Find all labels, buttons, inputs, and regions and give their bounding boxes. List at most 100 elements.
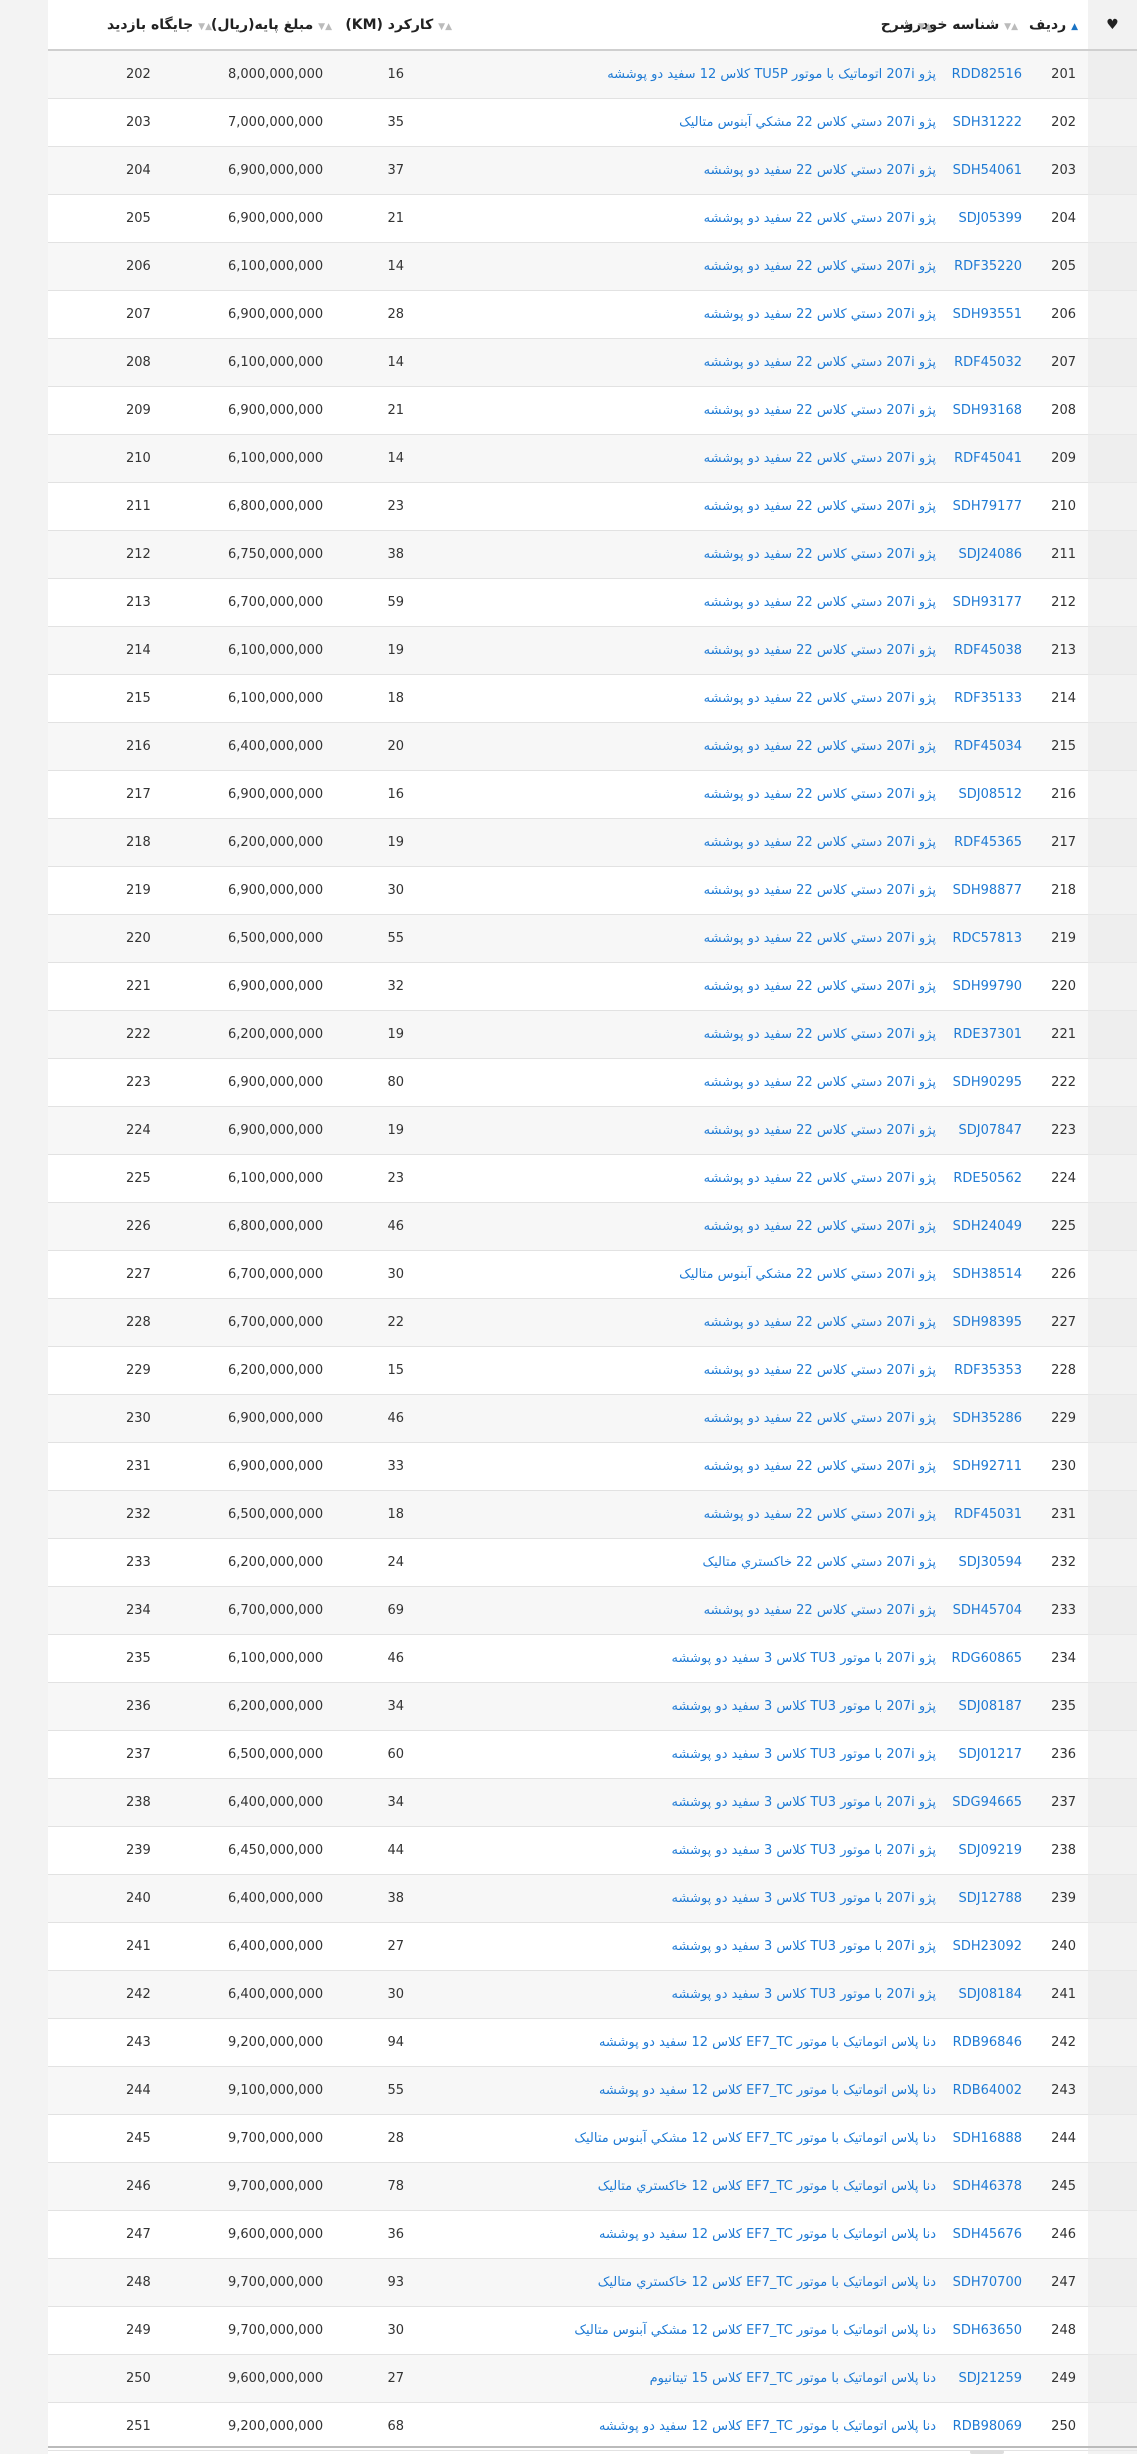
favorite-cell[interactable] xyxy=(1088,1586,1137,1635)
favorite-cell[interactable] xyxy=(1088,1394,1137,1443)
description-cell[interactable]: دنا پلاس اتوماتيک با موتور EF7_TC کلاس 1… xyxy=(462,2162,942,2211)
description-link[interactable]: پژو 207i دستي کلاس 22 سفيد دو پوششه xyxy=(704,1507,936,1522)
table-row[interactable]: 240 SDH23092 پژو 207i با موتور TU3 کلاس 3 … xyxy=(48,1922,1137,1971)
table-row[interactable]: 222 SDH90295 پژو 207i دستي کلاس 22 سفيد دو… xyxy=(48,1058,1137,1107)
table-row[interactable]: 215 RDF45034 پژو 207i دستي کلاس 22 سفيد دو… xyxy=(48,722,1137,771)
favorite-cell[interactable] xyxy=(1088,1154,1137,1203)
scrollbar-thumb[interactable] xyxy=(970,2450,1004,2454)
description-link[interactable]: پژو 207i دستي کلاس 22 سفيد دو پوششه xyxy=(704,499,936,514)
description-link[interactable]: دنا پلاس اتوماتيک با موتور EF7_TC کلاس 1… xyxy=(599,2227,936,2242)
vehicle-id-cell[interactable]: SDJ12788 xyxy=(942,1874,1028,1923)
description-link[interactable]: پژو 207i دستي کلاس 22 مشکي آبنوس متاليک xyxy=(679,115,936,130)
description-cell[interactable]: پژو 207i دستي کلاس 22 سفيد دو پوششه xyxy=(462,290,942,339)
table-row[interactable]: 246 SDH45676 دنا پلاس اتوماتيک با موتور EF… xyxy=(48,2210,1137,2259)
vehicle-id-cell[interactable]: RDF45038 xyxy=(942,626,1028,675)
description-link[interactable]: پژو 207i دستي کلاس 22 سفيد دو پوششه xyxy=(704,1219,936,1234)
favorite-cell[interactable] xyxy=(1088,2402,1137,2451)
vehicle-id-cell[interactable]: SDJ07847 xyxy=(942,1106,1028,1155)
description-link[interactable]: پژو 207i با موتور TU3 کلاس 3 سفيد دو پوش… xyxy=(671,1651,936,1666)
description-link[interactable]: پژو 207i دستي کلاس 22 سفيد دو پوششه xyxy=(704,547,936,562)
vehicle-id-cell[interactable]: SDH99790 xyxy=(942,962,1028,1011)
vehicle-id-link[interactable]: SDH99790 xyxy=(953,979,1022,994)
description-cell[interactable]: پژو 207i دستي کلاس 22 سفيد دو پوششه xyxy=(462,770,942,819)
vehicle-id-link[interactable]: SDH98395 xyxy=(953,1315,1022,1330)
vehicle-id-link[interactable]: RDF45038 xyxy=(954,643,1022,658)
table-row[interactable]: 221 RDE37301 پژو 207i دستي کلاس 22 سفيد دو… xyxy=(48,1010,1137,1059)
favorite-cell[interactable] xyxy=(1088,242,1137,291)
vehicle-id-cell[interactable]: SDJ09219 xyxy=(942,1826,1028,1875)
description-cell[interactable]: پژو 207i با موتور TU3 کلاس 3 سفيد دو پوش… xyxy=(462,1778,942,1827)
table-row[interactable]: 239 SDJ12788 پژو 207i با موتور TU3 کلاس 3 … xyxy=(48,1874,1137,1923)
description-link[interactable]: پژو 207i دستي کلاس 22 سفيد دو پوششه xyxy=(704,739,936,754)
table-row[interactable]: 207 RDF45032 پژو 207i دستي کلاس 22 سفيد دو… xyxy=(48,338,1137,387)
vehicle-id-link[interactable]: SDH38514 xyxy=(953,1267,1022,1282)
vehicle-id-link[interactable]: SDH63650 xyxy=(953,2323,1022,2338)
description-link[interactable]: دنا پلاس اتوماتيک با موتور EF7_TC کلاس 1… xyxy=(599,2035,936,2050)
row-number-header[interactable]: ▲ ردیف xyxy=(1028,0,1088,51)
favorite-cell[interactable] xyxy=(1088,1442,1137,1491)
vehicle-id-link[interactable]: SDH93177 xyxy=(953,595,1022,610)
description-link[interactable]: پژو 207i دستي کلاس 22 سفيد دو پوششه xyxy=(704,1123,936,1138)
description-link[interactable]: پژو 207i دستي کلاس 22 سفيد دو پوششه xyxy=(704,1603,936,1618)
table-row[interactable]: 241 SDJ08184 پژو 207i با موتور TU3 کلاس 3 … xyxy=(48,1970,1137,2019)
description-link[interactable]: پژو 207i دستي کلاس 22 سفيد دو پوششه xyxy=(704,1363,936,1378)
base-price-header[interactable]: ▲▼ مبلغ پایه(ریال) xyxy=(211,0,342,51)
description-cell[interactable]: پژو 207i دستي کلاس 22 سفيد دو پوششه xyxy=(462,1586,942,1635)
table-row[interactable]: 212 SDH93177 پژو 207i دستي کلاس 22 سفيد دو… xyxy=(48,578,1137,627)
table-row[interactable]: 201 RDD82516 پژو 207i اتوماتیک با موتور TU… xyxy=(48,50,1137,99)
favorite-cell[interactable] xyxy=(1088,386,1137,435)
description-link[interactable]: پژو 207i اتوماتیک با موتور TU5P کلاس 12 … xyxy=(607,67,936,82)
favorite-cell[interactable] xyxy=(1088,578,1137,627)
vehicle-id-cell[interactable]: RDG60865 xyxy=(942,1634,1028,1683)
favorite-cell[interactable] xyxy=(1088,1682,1137,1731)
description-cell[interactable]: پژو 207i دستي کلاس 22 سفيد دو پوششه xyxy=(462,242,942,291)
vehicle-id-link[interactable]: SDJ05399 xyxy=(959,211,1022,226)
favorite-cell[interactable] xyxy=(1088,194,1137,243)
description-link[interactable]: پژو 207i دستي کلاس 22 سفيد دو پوششه xyxy=(704,787,936,802)
vehicle-id-cell[interactable]: SDH70700 xyxy=(942,2258,1028,2307)
table-row[interactable]: 228 RDF35353 پژو 207i دستي کلاس 22 سفيد دو… xyxy=(48,1346,1137,1395)
vehicle-id-link[interactable]: RDF45031 xyxy=(954,1507,1022,1522)
vehicle-id-cell[interactable]: SDJ21259 xyxy=(942,2354,1028,2403)
description-link[interactable]: پژو 207i دستي کلاس 22 مشکي آبنوس متاليک xyxy=(679,1267,936,1282)
vehicle-id-link[interactable]: SDH24049 xyxy=(953,1219,1022,1234)
favorite-cell[interactable] xyxy=(1088,1874,1137,1923)
description-cell[interactable]: پژو 207i دستي کلاس 22 سفيد دو پوششه xyxy=(462,338,942,387)
favorite-cell[interactable] xyxy=(1088,1538,1137,1587)
description-cell[interactable]: پژو 207i دستي کلاس 22 سفيد دو پوششه xyxy=(462,530,942,579)
table-row[interactable]: 219 RDC57813 پژو 207i دستي کلاس 22 سفيد دو… xyxy=(48,914,1137,963)
description-link[interactable]: پژو 207i دستي کلاس 22 سفيد دو پوششه xyxy=(704,643,936,658)
description-link[interactable]: پژو 207i با موتور TU3 کلاس 3 سفيد دو پوش… xyxy=(671,1747,936,1762)
vehicle-id-cell[interactable]: RDF35353 xyxy=(942,1346,1028,1395)
description-cell[interactable]: پژو 207i دستي کلاس 22 سفيد دو پوششه xyxy=(462,1154,942,1203)
vehicle-id-link[interactable]: SDJ08187 xyxy=(959,1699,1022,1714)
description-link[interactable]: دنا پلاس اتوماتيک با موتور EF7_TC کلاس 1… xyxy=(598,2275,936,2290)
description-link[interactable]: پژو 207i دستي کلاس 22 سفيد دو پوششه xyxy=(704,1027,936,1042)
table-row[interactable]: 209 RDF45041 پژو 207i دستي کلاس 22 سفيد دو… xyxy=(48,434,1137,483)
description-cell[interactable]: پژو 207i با موتور TU3 کلاس 3 سفيد دو پوش… xyxy=(462,1826,942,1875)
vehicle-id-cell[interactable]: RDF45034 xyxy=(942,722,1028,771)
favorite-cell[interactable] xyxy=(1088,530,1137,579)
description-cell[interactable]: پژو 207i دستي کلاس 22 سفيد دو پوششه xyxy=(462,386,942,435)
description-link[interactable]: پژو 207i دستي کلاس 22 سفيد دو پوششه xyxy=(704,1315,936,1330)
description-cell[interactable]: پژو 207i دستي کلاس 22 سفيد دو پوششه xyxy=(462,1490,942,1539)
description-link[interactable]: پژو 207i دستي کلاس 22 سفيد دو پوششه xyxy=(704,307,936,322)
vehicle-id-header[interactable]: ▲▼ شناسه خودرو xyxy=(905,0,1028,51)
description-cell[interactable]: پژو 207i اتوماتیک با موتور TU5P کلاس 12 … xyxy=(462,50,942,99)
table-row[interactable]: 233 SDH45704 پژو 207i دستي کلاس 22 سفيد دو… xyxy=(48,1586,1137,1635)
description-link[interactable]: پژو 207i دستي کلاس 22 سفيد دو پوششه xyxy=(704,355,936,370)
vehicle-id-link[interactable]: SDH98877 xyxy=(953,883,1022,898)
description-cell[interactable]: دنا پلاس اتوماتيک با موتور EF7_TC کلاس 1… xyxy=(462,2402,942,2451)
description-link[interactable]: پژو 207i با موتور TU3 کلاس 3 سفيد دو پوش… xyxy=(671,1891,936,1906)
vehicle-id-link[interactable]: SDJ08184 xyxy=(959,1987,1022,2002)
favorite-cell[interactable] xyxy=(1088,2354,1137,2403)
description-cell[interactable]: پژو 207i دستي کلاس 22 سفيد دو پوششه xyxy=(462,914,942,963)
vehicle-id-cell[interactable]: RDB96846 xyxy=(942,2018,1028,2067)
vehicle-id-cell[interactable]: RDD82516 xyxy=(942,50,1028,99)
description-cell[interactable]: پژو 207i دستي کلاس 22 سفيد دو پوششه xyxy=(462,434,942,483)
vehicle-id-link[interactable]: RDG60865 xyxy=(952,1651,1022,1666)
description-link[interactable]: دنا پلاس اتوماتيک با موتور EF7_TC کلاس 1… xyxy=(574,2131,936,2146)
vehicle-id-cell[interactable]: SDJ05399 xyxy=(942,194,1028,243)
favorite-cell[interactable] xyxy=(1088,1298,1137,1347)
vehicle-id-cell[interactable]: SDH16888 xyxy=(942,2114,1028,2163)
